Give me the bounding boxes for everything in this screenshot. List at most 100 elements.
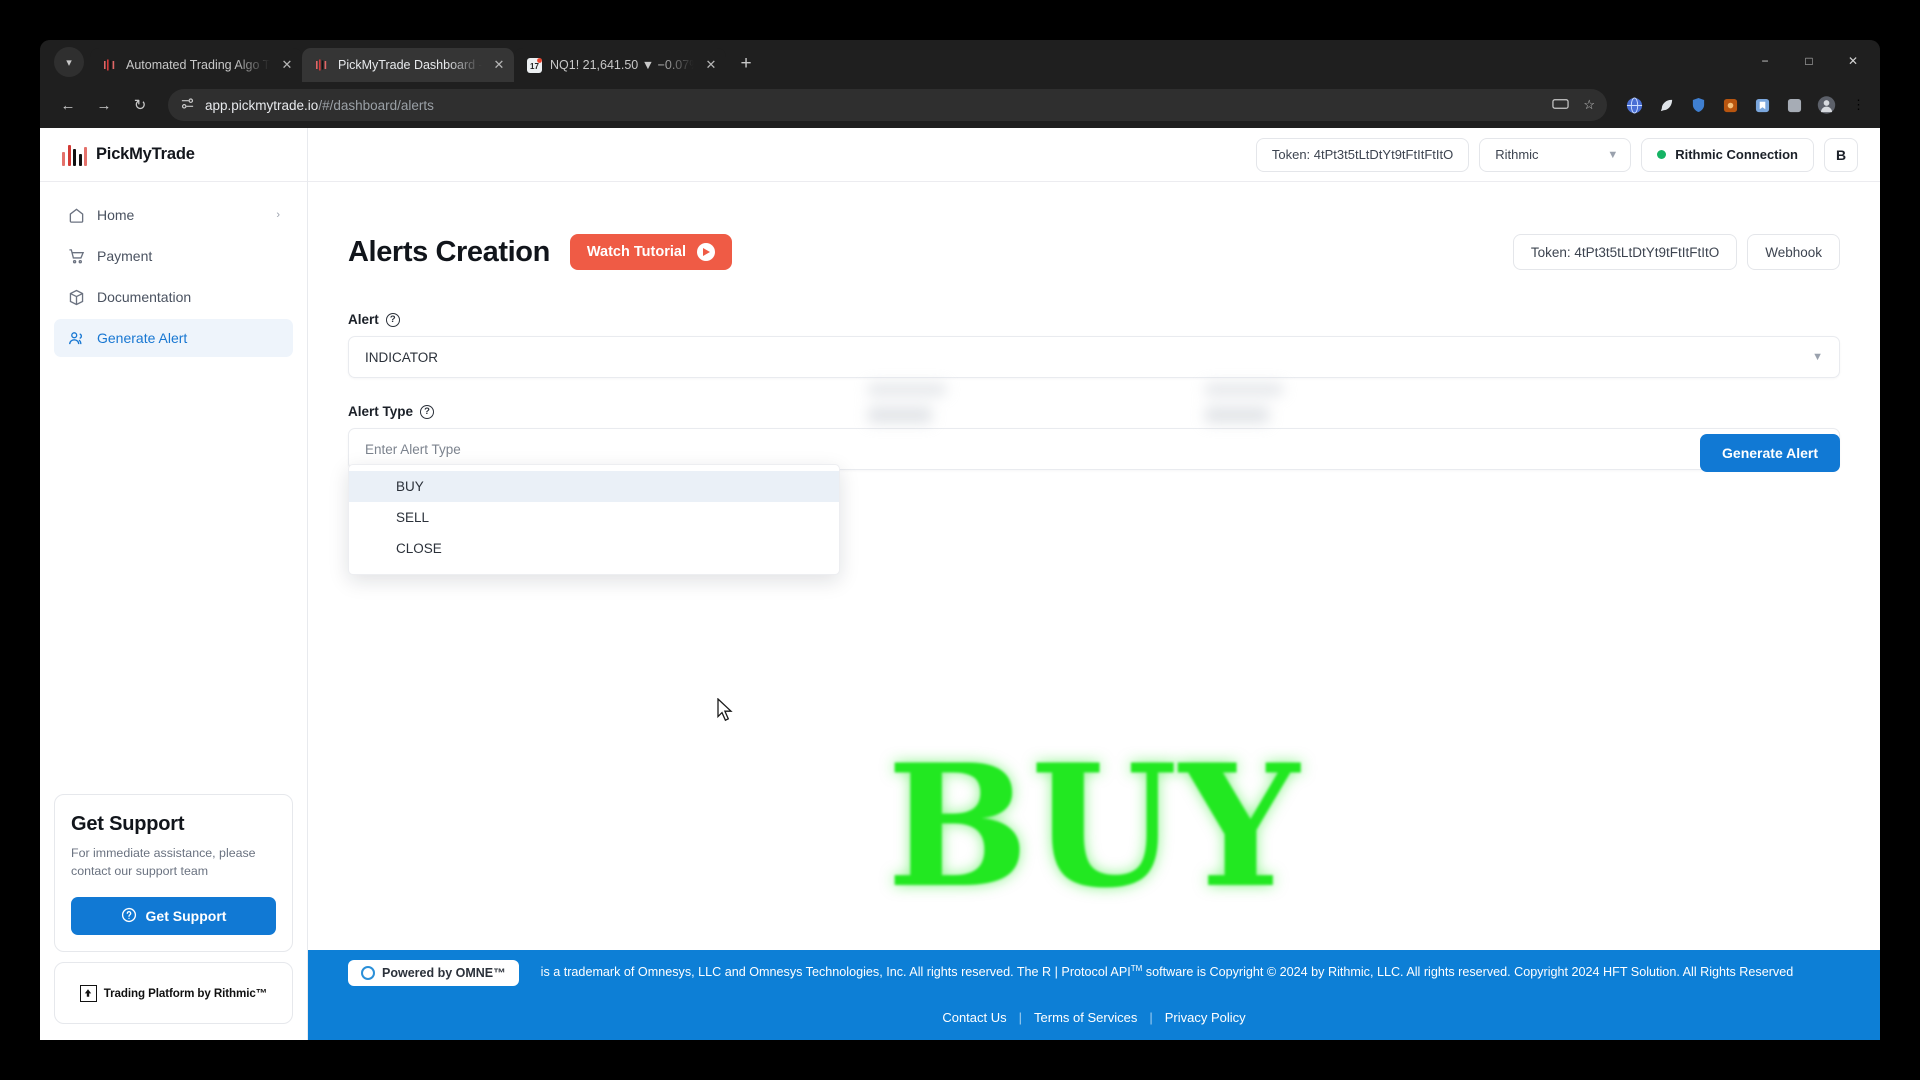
- help-icon[interactable]: ?: [420, 404, 435, 419]
- page-header-right: Token: 4tPt3t5tLtDtYt9tFtItFtItO Webhook: [1512, 234, 1840, 270]
- extension-feather-icon[interactable]: [1657, 96, 1676, 115]
- alert-form: Alert ? INDICATOR ▼ Alert Type ? Enter A…: [348, 312, 1840, 575]
- footer-divider: |: [1149, 1010, 1153, 1025]
- sidebar-item-documentation[interactable]: Documentation: [54, 278, 293, 316]
- reload-icon[interactable]: ↻: [124, 89, 156, 121]
- dropdown-option-sell[interactable]: SELL: [349, 502, 839, 533]
- footer-link-privacy[interactable]: Privacy Policy: [1165, 1010, 1246, 1025]
- forward-icon[interactable]: →: [88, 89, 120, 121]
- get-support-button-label: Get Support: [145, 908, 227, 924]
- browser-menu-icon[interactable]: ⋮: [1849, 96, 1868, 115]
- webhook-button[interactable]: Webhook: [1747, 234, 1840, 270]
- extension-puzzle-icon[interactable]: [1721, 96, 1740, 115]
- site-settings-icon[interactable]: [180, 96, 195, 114]
- tab-close-icon[interactable]: ✕: [702, 56, 720, 74]
- support-title: Get Support: [71, 813, 185, 836]
- brand-logo[interactable]: PickMyTrade: [40, 128, 307, 182]
- blurred-label: [868, 384, 946, 395]
- user-avatar[interactable]: B: [1824, 137, 1858, 172]
- broker-select[interactable]: Rithmic ▼: [1479, 137, 1632, 172]
- maximize-button[interactable]: □: [1788, 46, 1830, 76]
- extension-globe-icon[interactable]: [1625, 96, 1644, 115]
- sidebar-item-generate-alert[interactable]: Generate Alert: [54, 319, 293, 357]
- close-window-button[interactable]: ✕: [1832, 46, 1874, 76]
- top-bar: Token: 4tPt3t5tLtDtYt9tFtItFtItO Rithmic…: [308, 128, 1880, 182]
- dropdown-option-close[interactable]: CLOSE: [349, 533, 839, 564]
- help-icon[interactable]: ?: [385, 312, 400, 327]
- browser-tab-2[interactable]: PickMyTrade Dashboard - Man ✕: [302, 48, 514, 82]
- sidebar-item-label: Home: [97, 207, 135, 223]
- url-host: app.pickmytrade.io: [205, 97, 319, 113]
- home-icon: [67, 206, 85, 224]
- tab-search-chevron-icon[interactable]: ▾: [54, 47, 84, 77]
- minimize-button[interactable]: −: [1744, 46, 1786, 76]
- footer: Powered by OMNE™ is a trademark of Omnes…: [308, 950, 1880, 1040]
- footer-legal-part2: software is Copyright © 2024 by Rithmic,…: [1142, 965, 1794, 980]
- up-arrow-box-icon: [79, 984, 97, 1002]
- extension-shield-icon[interactable]: [1689, 96, 1708, 115]
- chevron-down-icon: ▼: [1607, 148, 1619, 161]
- pickmytrade-logo-icon: [62, 144, 87, 166]
- token-button[interactable]: Token: 4tPt3t5tLtDtYt9tFtItFtItO: [1512, 234, 1738, 270]
- profile-avatar-icon[interactable]: [1817, 96, 1836, 115]
- alert-type-placeholder: Enter Alert Type: [365, 441, 461, 457]
- sidebar-item-label: Payment: [97, 248, 153, 264]
- alert-type-dropdown[interactable]: BUY SELL CLOSE: [348, 464, 840, 575]
- alert-type-field-group: Alert Type ? Enter Alert Type ▼: [348, 404, 1840, 470]
- tab-close-icon[interactable]: ✕: [490, 56, 508, 74]
- alert-select[interactable]: INDICATOR ▼: [348, 336, 1840, 378]
- watch-tutorial-label: Watch Tutorial: [586, 244, 686, 260]
- footer-legal-row: Powered by OMNE™ is a trademark of Omnes…: [308, 950, 1880, 995]
- sidebar: PickMyTrade Home › Payment Documentation…: [40, 128, 308, 1040]
- app-viewport: PickMyTrade Home › Payment Documentation…: [40, 128, 1880, 1040]
- extension-bookmark-icon[interactable]: [1753, 96, 1772, 115]
- brand-name: PickMyTrade: [96, 145, 195, 163]
- play-icon: [696, 243, 715, 261]
- alert-type-label-text: Alert Type: [348, 404, 414, 419]
- page-header-left: Alerts Creation Watch Tutorial: [348, 234, 732, 270]
- extension-grid-icon[interactable]: [1785, 96, 1804, 115]
- footer-link-contact-us[interactable]: Contact Us: [942, 1010, 1006, 1025]
- get-support-button[interactable]: Get Support: [71, 897, 276, 935]
- footer-divider: |: [1018, 1010, 1023, 1025]
- chevron-down-icon: ▼: [1812, 351, 1823, 363]
- mouse-cursor: [716, 697, 735, 729]
- dropdown-option-buy[interactable]: BUY: [349, 471, 839, 502]
- new-tab-button[interactable]: +: [732, 50, 760, 78]
- address-bar[interactable]: app.pickmytrade.io/#/dashboard/alerts ☆: [168, 89, 1607, 121]
- chevron-right-icon: ›: [276, 209, 280, 221]
- watch-tutorial-button[interactable]: Watch Tutorial: [569, 234, 732, 270]
- blurred-label: [1205, 384, 1284, 395]
- sidebar-nav: Home › Payment Documentation Generate Al…: [40, 182, 307, 357]
- browser-tab-1[interactable]: Automated Trading Algo Tradin ✕: [90, 48, 302, 82]
- svg-text:17: 17: [530, 62, 539, 71]
- footer-legal-text: is a trademark of Omnesys, LLC and Omnes…: [541, 964, 1794, 981]
- generate-alert-button[interactable]: Generate Alert: [1700, 434, 1840, 472]
- connection-status[interactable]: Rithmic Connection: [1641, 137, 1814, 172]
- buy-overlay-text: BUY: [886, 727, 1302, 925]
- rithmic-platform-card: Trading Platform by Rithmic™: [54, 962, 293, 1024]
- tab-title: Automated Trading Algo Tradin: [126, 58, 270, 72]
- bookmark-star-icon[interactable]: ☆: [1583, 97, 1595, 113]
- omne-badge: Powered by OMNE™: [348, 959, 519, 986]
- topbar-token-pill[interactable]: Token: 4tPt3t5tLtDtYt9tFtItFtItO: [1255, 137, 1470, 172]
- support-description: For immediate assistance, please contact…: [71, 846, 256, 879]
- sidebar-item-payment[interactable]: Payment: [54, 237, 293, 275]
- window-controls: − □ ✕: [1744, 46, 1874, 76]
- rithmic-badge-label: Trading Platform by Rithmic™: [103, 986, 268, 1000]
- alert-field-group: Alert ? INDICATOR ▼: [348, 312, 1840, 378]
- tab-strip: ▾ Automated Trading Algo Tradin ✕ PickMy…: [40, 40, 1880, 82]
- sidebar-item-label: Documentation: [97, 289, 192, 305]
- footer-link-terms[interactable]: Terms of Services: [1034, 1010, 1137, 1025]
- extension-icons: ⋮: [1619, 96, 1868, 115]
- sidebar-item-label: Generate Alert: [97, 330, 188, 346]
- browser-tab-3[interactable]: 17 NQ1! 21,641.50 ▼ −0.07% Unn ✕: [514, 48, 726, 82]
- question-circle-icon: [121, 907, 137, 926]
- tab-title: PickMyTrade Dashboard - Man: [338, 58, 482, 72]
- tab-close-icon[interactable]: ✕: [278, 56, 296, 74]
- password-key-icon[interactable]: [1552, 96, 1570, 114]
- sidebar-item-home[interactable]: Home ›: [54, 196, 293, 234]
- back-icon[interactable]: ←: [52, 89, 84, 121]
- omne-badge-label: Powered by OMNE™: [382, 965, 506, 980]
